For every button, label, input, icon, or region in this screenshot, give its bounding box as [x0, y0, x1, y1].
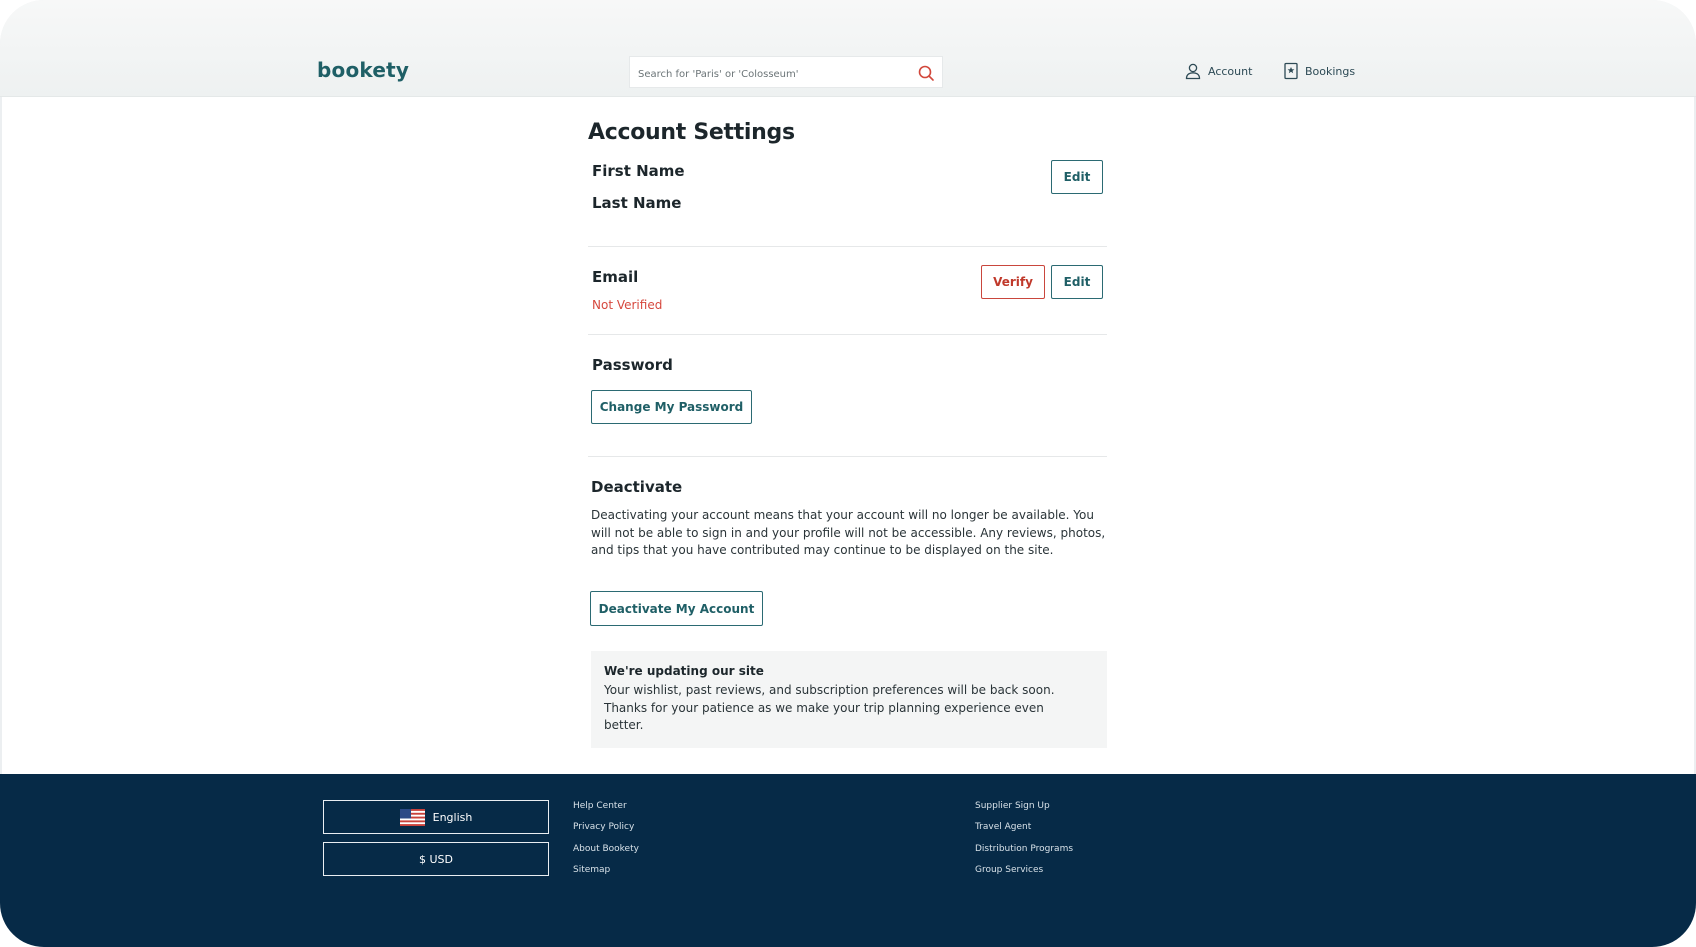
section-divider: [588, 246, 1107, 247]
site-logo[interactable]: bookety: [317, 58, 409, 82]
email-label: Email: [592, 268, 639, 286]
first-name-label: First Name: [592, 162, 685, 180]
browser-frame: bookety Account Bookings Account Setting…: [0, 0, 1696, 947]
footer-link-distribution-programs[interactable]: Distribution Programs: [975, 842, 1073, 863]
edit-email-button[interactable]: Edit: [1051, 265, 1103, 299]
language-selector[interactable]: English: [323, 800, 549, 834]
footer-link-help-center[interactable]: Help Center: [573, 799, 639, 820]
search-icon[interactable]: [916, 63, 936, 83]
verify-email-button[interactable]: Verify: [981, 265, 1045, 299]
site-update-notice: We're updating our site Your wishlist, p…: [591, 651, 1107, 748]
page-title: Account Settings: [588, 120, 795, 145]
search-box[interactable]: [629, 56, 943, 88]
email-status: Not Verified: [592, 298, 663, 312]
nav-account[interactable]: Account: [1184, 60, 1252, 82]
search-input[interactable]: [636, 63, 900, 85]
footer-links-company: Help Center Privacy Policy About Bookety…: [573, 799, 639, 884]
site-footer: English $ USD Help Center Privacy Policy…: [0, 774, 1696, 947]
language-label: English: [432, 810, 473, 824]
change-password-button[interactable]: Change My Password: [591, 390, 752, 424]
us-flag-icon: [399, 808, 425, 826]
nav-bookings-label: Bookings: [1305, 64, 1356, 78]
currency-label: $ USD: [419, 852, 453, 866]
footer-link-sitemap[interactable]: Sitemap: [573, 863, 639, 884]
footer-link-travel-agent[interactable]: Travel Agent: [975, 820, 1073, 841]
section-divider: [588, 334, 1107, 335]
site-header: bookety Account Bookings: [0, 0, 1696, 97]
last-name-label: Last Name: [592, 194, 682, 212]
footer-links-partners: Supplier Sign Up Travel Agent Distributi…: [975, 799, 1073, 884]
footer-link-about[interactable]: About Bookety: [573, 842, 639, 863]
section-divider: [588, 456, 1107, 457]
deactivate-label: Deactivate: [591, 478, 683, 496]
edit-name-button[interactable]: Edit: [1051, 160, 1103, 194]
footer-link-group-services[interactable]: Group Services: [975, 863, 1073, 884]
nav-account-label: Account: [1208, 64, 1253, 78]
deactivate-account-button[interactable]: Deactivate My Account: [590, 591, 763, 626]
notice-title: We're updating our site: [604, 664, 764, 678]
deactivate-description: Deactivating your account means that you…: [591, 508, 1106, 558]
user-icon: [1185, 63, 1201, 80]
footer-link-supplier-signup[interactable]: Supplier Sign Up: [975, 799, 1073, 820]
bookings-icon: [1284, 62, 1298, 80]
password-label: Password: [592, 356, 673, 374]
notice-body: Your wishlist, past reviews, and subscri…: [604, 683, 1055, 733]
footer-link-privacy-policy[interactable]: Privacy Policy: [573, 820, 639, 841]
nav-bookings[interactable]: Bookings: [1283, 60, 1355, 82]
currency-selector[interactable]: $ USD: [323, 842, 549, 876]
